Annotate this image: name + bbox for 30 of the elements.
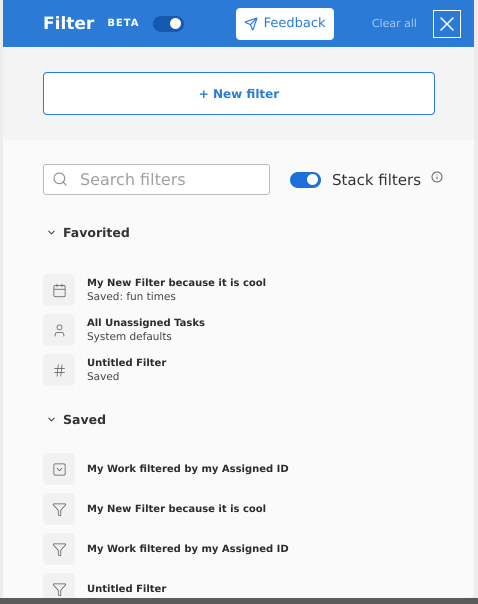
filter-name[interactable]: Untitled Filter xyxy=(87,584,166,594)
filter-name[interactable]: Untitled Filter xyxy=(87,358,166,368)
filter-subtitle: Saved xyxy=(87,370,120,382)
search-field[interactable]: Search filters xyxy=(43,164,270,195)
stack-filters-label: Stack filters xyxy=(332,170,422,188)
filter-name[interactable]: My New Filter because it is cool xyxy=(87,278,266,288)
filter-name[interactable]: My Work filtered by my Assigned ID xyxy=(87,464,289,474)
beta-label: BETA xyxy=(107,18,140,29)
beta-toggle[interactable] xyxy=(152,16,184,32)
feedback-button[interactable]: Feedback xyxy=(236,8,334,40)
filter-subtitle: System defaults xyxy=(87,330,173,342)
hash-icon xyxy=(43,354,75,386)
paper-plane-icon xyxy=(244,16,258,30)
search-icon xyxy=(52,171,68,187)
new-filter-button[interactable]: + New filter xyxy=(43,72,435,115)
stack-filters-toggle[interactable] xyxy=(290,172,321,188)
info-icon[interactable] xyxy=(431,170,444,182)
section-header[interactable]: Saved xyxy=(46,412,454,427)
close-button[interactable] xyxy=(433,10,461,38)
person-icon xyxy=(43,314,75,346)
panel-title: Filter xyxy=(43,14,94,34)
section-header[interactable]: Favorited xyxy=(46,225,454,240)
filter-name[interactable]: All Unassigned Tasks xyxy=(87,318,205,328)
filter-icon xyxy=(43,533,75,565)
filter-subtitle: Saved: fun times xyxy=(87,290,177,302)
filter-name[interactable]: My Work filtered by my Assigned ID xyxy=(87,544,289,554)
inbox-icon xyxy=(43,453,75,485)
filter-name[interactable]: My New Filter because it is cool xyxy=(87,504,266,514)
calendar-icon xyxy=(43,274,75,306)
filter-icon xyxy=(43,493,75,525)
